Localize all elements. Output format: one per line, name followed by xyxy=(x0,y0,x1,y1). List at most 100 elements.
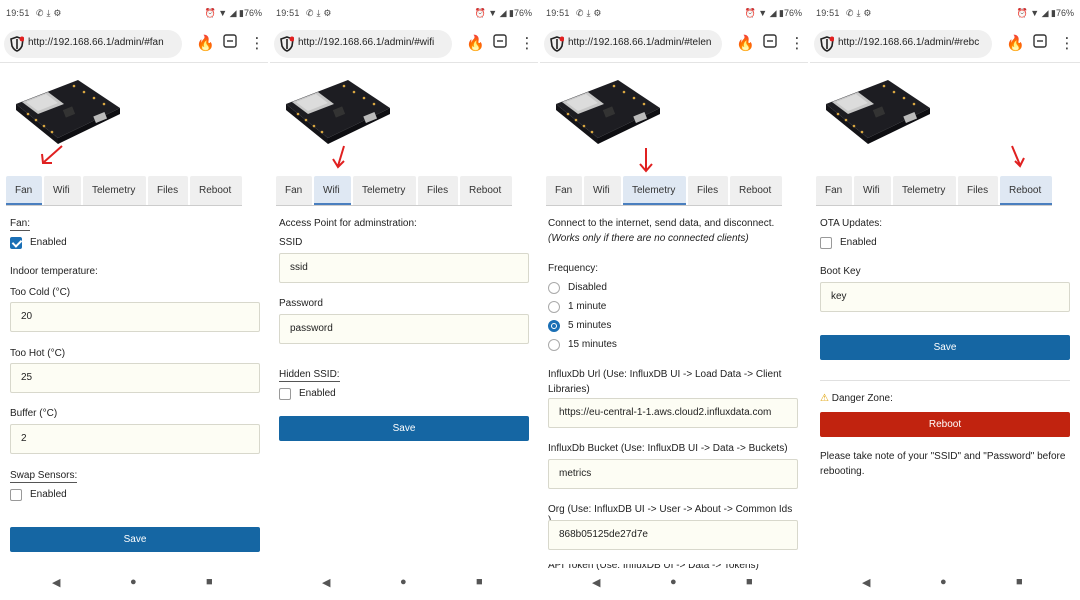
flame-icon[interactable]: 🔥 xyxy=(196,34,215,54)
boot-key-input[interactable]: key xyxy=(820,282,1070,312)
panel-wifi: 19:51 ✆ ⤓ ⚙ ⏰ ▼ ◢ ▮76% http://192.168.66… xyxy=(270,0,538,600)
status-icons: ✆ ⤓ ⚙ xyxy=(846,8,872,18)
ota-updates-label: OTA Updates: xyxy=(820,218,883,229)
tab-wifi[interactable]: Wifi xyxy=(584,176,621,205)
back-icon[interactable]: ◀ xyxy=(322,576,330,589)
password-input[interactable]: password xyxy=(279,314,529,344)
more-menu-icon[interactable]: ⋮ xyxy=(1058,34,1076,54)
tab-wifi[interactable]: Wifi xyxy=(44,176,81,205)
url-field[interactable]: http://192.168.66.1/admin/#rebc xyxy=(814,30,992,58)
url-text: http://192.168.66.1/admin/#fan xyxy=(28,37,164,48)
tab-wifi[interactable]: Wifi xyxy=(854,176,891,205)
red-arrow-icon xyxy=(41,145,63,164)
influx-bucket-input[interactable]: metrics xyxy=(548,459,798,489)
wifi-save-button[interactable]: Save xyxy=(279,416,529,441)
ota-enabled-label: Enabled xyxy=(840,237,877,248)
tab-reboot[interactable]: Reboot xyxy=(190,176,242,205)
influx-url-input[interactable]: https://eu-central-1-1.aws.cloud2.influx… xyxy=(548,398,798,428)
tab-files[interactable]: Files xyxy=(418,176,458,205)
recents-icon[interactable]: ■ xyxy=(206,576,213,588)
fan-enabled-checkbox[interactable] xyxy=(10,237,22,249)
tab-fan[interactable]: Fan xyxy=(546,176,582,205)
tab-switcher-icon[interactable] xyxy=(761,34,779,54)
hidden-ssid-checkbox[interactable] xyxy=(279,388,291,400)
tab-fan[interactable]: Fan xyxy=(816,176,852,205)
frequency-disabled-radio[interactable] xyxy=(548,282,560,294)
frequency-15min-radio[interactable] xyxy=(548,339,560,351)
tab-switcher-icon[interactable] xyxy=(1031,34,1049,54)
too-hot-label: Too Hot (°C) xyxy=(10,348,66,359)
panel-fan: 19:51 ✆ ⤓ ⚙ ⏰ ▼ ◢ ▮76% http://192.168.66… xyxy=(0,0,268,600)
home-icon[interactable]: ● xyxy=(130,576,137,588)
status-right: ⏰ ▼ ◢ ▮76% xyxy=(1016,8,1074,18)
too-hot-input[interactable]: 25 xyxy=(10,363,260,393)
android-nav-bar: ◀ ● ■ xyxy=(0,576,268,594)
url-field[interactable]: http://192.168.66.1/admin/#fan xyxy=(4,30,182,58)
hidden-ssid-label: Hidden SSID: xyxy=(279,369,340,382)
frequency-label: Frequency: xyxy=(548,263,599,274)
tab-switcher-icon[interactable] xyxy=(491,34,509,54)
too-cold-input[interactable]: 20 xyxy=(10,302,260,332)
reboot-note: Please take note of your "SSID" and "Pas… xyxy=(820,451,1066,477)
frequency-option-label: 1 minute xyxy=(568,301,607,312)
android-nav-bar: ◀ ● ■ xyxy=(270,576,538,594)
home-icon[interactable]: ● xyxy=(400,576,407,588)
back-icon[interactable]: ◀ xyxy=(862,576,870,589)
flame-icon[interactable]: 🔥 xyxy=(466,34,485,54)
frequency-5min-radio[interactable] xyxy=(548,320,560,332)
tab-reboot[interactable]: Reboot xyxy=(1000,176,1052,205)
reboot-button[interactable]: Reboot xyxy=(820,412,1070,437)
frequency-1min-radio[interactable] xyxy=(548,301,560,313)
recents-icon[interactable]: ■ xyxy=(746,576,753,588)
tab-reboot[interactable]: Reboot xyxy=(460,176,512,205)
flame-icon[interactable]: 🔥 xyxy=(1006,34,1025,54)
tab-files[interactable]: Files xyxy=(688,176,728,205)
api-token-label: API Token (Use: InfluxDB UI -> Data -> T… xyxy=(548,564,759,570)
tab-fan[interactable]: Fan xyxy=(276,176,312,205)
url-field[interactable]: http://192.168.66.1/admin/#telen xyxy=(544,30,722,58)
shield-icon[interactable] xyxy=(10,36,24,52)
recents-icon[interactable]: ■ xyxy=(1016,576,1023,588)
back-icon[interactable]: ◀ xyxy=(52,576,60,589)
shield-icon[interactable] xyxy=(280,36,294,52)
browser-toolbar: http://192.168.66.1/admin/#telen 🔥 ⋮ xyxy=(544,30,806,58)
tab-files[interactable]: Files xyxy=(148,176,188,205)
ssid-input[interactable]: ssid xyxy=(279,253,529,283)
buffer-input[interactable]: 2 xyxy=(10,424,260,454)
indoor-temp-label: Indoor temperature: xyxy=(10,266,98,277)
esp8266-board-image xyxy=(286,80,390,144)
tab-files[interactable]: Files xyxy=(958,176,998,205)
home-icon[interactable]: ● xyxy=(670,576,677,588)
reboot-save-button[interactable]: Save xyxy=(820,335,1070,360)
tab-reboot[interactable]: Reboot xyxy=(730,176,782,205)
url-field[interactable]: http://192.168.66.1/admin/#wifi xyxy=(274,30,452,58)
back-icon[interactable]: ◀ xyxy=(592,576,600,589)
shield-icon[interactable] xyxy=(550,36,564,52)
tab-switcher-icon[interactable] xyxy=(221,34,239,54)
ota-enabled-checkbox[interactable] xyxy=(820,237,832,249)
shield-icon[interactable] xyxy=(820,36,834,52)
toolbar-divider xyxy=(810,62,1080,63)
tab-telemetry[interactable]: Telemetry xyxy=(353,176,416,205)
tab-telemetry[interactable]: Telemetry xyxy=(623,176,686,205)
recents-icon[interactable]: ■ xyxy=(476,576,483,588)
influx-url-label: InfluxDb Url (Use: InfluxDB UI -> Load D… xyxy=(548,369,782,395)
red-arrow-icon xyxy=(639,148,653,173)
tab-telemetry[interactable]: Telemetry xyxy=(83,176,146,205)
ap-label: Access Point for adminstration: xyxy=(279,218,417,229)
more-menu-icon[interactable]: ⋮ xyxy=(518,34,536,54)
tab-telemetry[interactable]: Telemetry xyxy=(893,176,956,205)
fan-label: Fan: xyxy=(10,218,31,231)
influx-org-input[interactable]: 868b05125de27d7e xyxy=(548,520,798,550)
tab-fan[interactable]: Fan xyxy=(6,176,42,205)
fan-save-button[interactable]: Save xyxy=(10,527,260,552)
swap-enabled-checkbox[interactable] xyxy=(10,489,22,501)
url-text: http://192.168.66.1/admin/#rebc xyxy=(838,37,980,48)
more-menu-icon[interactable]: ⋮ xyxy=(788,34,806,54)
more-menu-icon[interactable]: ⋮ xyxy=(248,34,266,54)
tab-bar: Fan Wifi Telemetry Files Reboot xyxy=(816,176,1052,206)
flame-icon[interactable]: 🔥 xyxy=(736,34,755,54)
tab-bar: Fan Wifi Telemetry Files Reboot xyxy=(276,176,512,206)
tab-wifi[interactable]: Wifi xyxy=(314,176,351,205)
home-icon[interactable]: ● xyxy=(940,576,947,588)
